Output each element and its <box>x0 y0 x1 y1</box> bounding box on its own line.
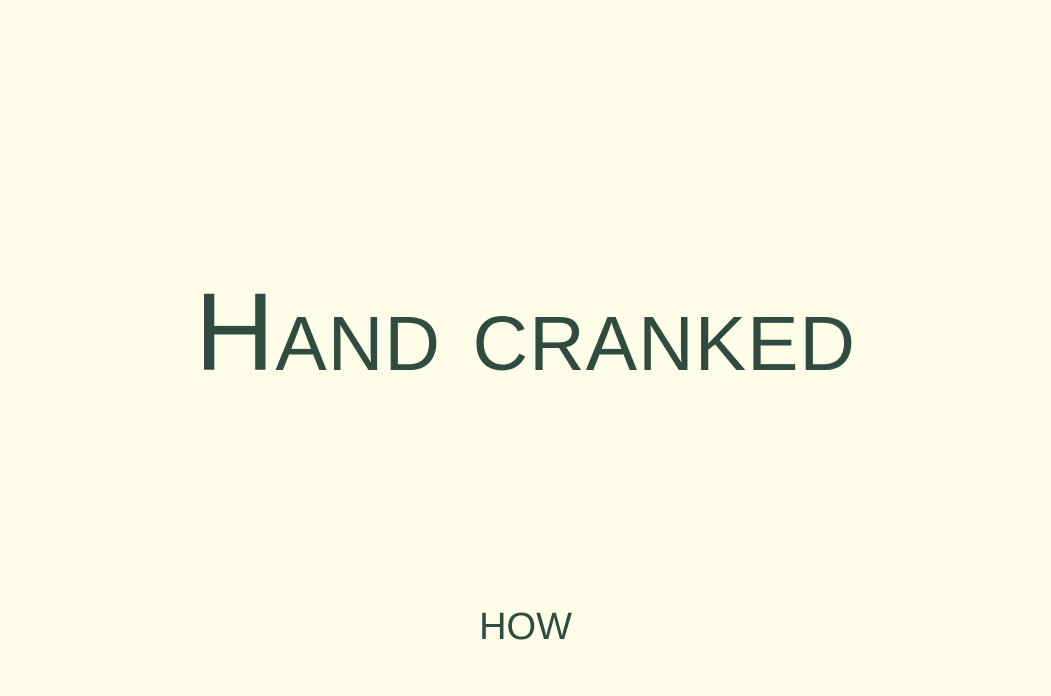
landing-page: Hand cranked HOW <box>0 0 1051 696</box>
how-link[interactable]: HOW <box>0 604 1051 650</box>
hero-title: Hand cranked <box>194 271 857 394</box>
